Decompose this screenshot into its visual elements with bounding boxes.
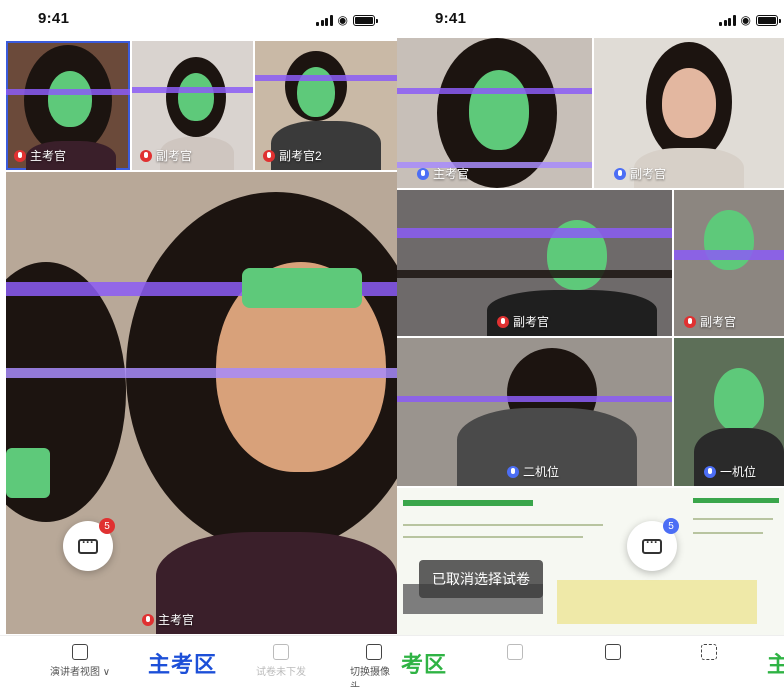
mic-icon — [497, 315, 509, 328]
left-phone-screen: 9:41 ◉ 主考官 副考官 副考官2 主考官 ··· 5 演讲者视图 ∨ 主考… — [0, 0, 397, 687]
tile-label-text: 副考官2 — [279, 149, 322, 163]
switch-camera-label: 切换摄像头 — [350, 667, 390, 687]
wifi-icon: ◉ — [337, 13, 348, 27]
chat-icon — [78, 535, 98, 554]
layout-view-icon — [72, 644, 89, 660]
tile-label-text: 主考官 — [30, 149, 67, 163]
wifi-icon: ◉ — [740, 13, 751, 27]
signal-icon — [316, 14, 333, 26]
right-phone-screen: 9:41 ◉ 主考官 副考官 副考官 副考官 二机位 一机位 已取消选择试卷 ·… — [397, 0, 784, 687]
signal-icon — [719, 14, 736, 26]
paper-line — [693, 532, 763, 534]
chat-button[interactable]: 5 — [627, 518, 679, 571]
tile-label-text: 副考官 — [156, 149, 193, 163]
tile-label: 二机位 — [507, 463, 559, 480]
mic-icon — [684, 315, 696, 328]
status-time: 9:41 — [435, 10, 467, 27]
tile-label: 副考官 — [140, 147, 192, 164]
mic-icon — [140, 149, 152, 162]
video-tile-deputy-examiner-a[interactable]: 副考官 — [397, 190, 672, 336]
screenshot-stage: 9:41 ◉ 主考官 副考官 副考官2 主考官 ··· 5 演讲者视图 ∨ 主考… — [0, 0, 784, 687]
tile-label-text: 副考官 — [630, 167, 667, 181]
tile-label: 主考官 — [417, 165, 469, 182]
grid-icon — [701, 644, 717, 660]
main-speaker-photo — [6, 172, 397, 634]
paper-line — [693, 518, 773, 520]
tile-label-text: 主考官 — [433, 167, 470, 181]
main-speaker-label: 主考官 — [142, 611, 194, 628]
paper-line — [693, 498, 779, 503]
paper-line — [403, 524, 603, 526]
mic-icon — [614, 167, 626, 180]
bottom-toolbar: 考区 主 — [397, 635, 784, 687]
main-speaker-label-text: 主考官 — [158, 613, 195, 627]
grid-layout-button[interactable] — [701, 644, 717, 660]
zone-title: 主考区 — [148, 652, 218, 677]
video-tile-deputy-examiner-2[interactable]: 副考官2 — [255, 41, 397, 170]
battery-icon — [756, 14, 781, 26]
bottom-toolbar: 演讲者视图 ∨ 主考区 试卷未下发 切换摄像头 — [0, 635, 397, 687]
video-tile-deputy-examiner-b[interactable]: 副考官 — [674, 190, 784, 336]
unread-badge: 5 — [663, 518, 679, 534]
view-mode-text: 演讲者视图 — [50, 667, 100, 678]
status-icons: ◉ — [719, 13, 781, 27]
mic-icon — [263, 149, 275, 162]
tile-label: 副考官 — [497, 313, 549, 330]
view-mode-label: 演讲者视图 ∨ — [50, 663, 110, 678]
mic-icon — [507, 465, 519, 478]
video-tile-chief-examiner[interactable]: 主考官 — [6, 41, 130, 170]
tile-label: 副考官 — [614, 165, 666, 182]
switch-camera-button[interactable]: 切换摄像头 — [350, 644, 397, 687]
camera-tile-first[interactable]: 一机位 — [674, 338, 784, 486]
switch-camera-icon — [605, 644, 621, 660]
status-time: 9:41 — [38, 10, 70, 27]
main-video-stage[interactable]: 主考官 — [6, 172, 397, 634]
paper-status-button[interactable]: 试卷未下发 — [256, 644, 306, 678]
tile-label-text: 副考官 — [700, 315, 737, 329]
mic-icon — [142, 613, 154, 626]
paper-line — [403, 536, 583, 538]
toast-message: 已取消选择试卷 — [419, 560, 543, 598]
battery-icon — [353, 14, 378, 26]
video-tile-deputy-examiner[interactable]: 副考官 — [132, 41, 253, 170]
switch-camera-button[interactable] — [605, 644, 621, 660]
status-icons: ◉ — [316, 13, 378, 27]
tile-label: 一机位 — [704, 463, 756, 480]
mic-icon — [14, 149, 26, 162]
paper-status-label: 试卷未下发 — [256, 667, 306, 678]
video-tile-deputy-examiner[interactable]: 副考官 — [594, 38, 784, 188]
status-bar: 9:41 ◉ — [0, 0, 397, 40]
mic-icon — [417, 167, 429, 180]
tile-label-text: 二机位 — [523, 465, 560, 479]
document-icon — [273, 644, 289, 660]
mic-icon — [704, 465, 716, 478]
chat-button[interactable]: 5 — [63, 518, 115, 571]
tile-label: 副考官2 — [263, 147, 322, 164]
tile-label: 副考官 — [684, 313, 736, 330]
video-tile-chief-examiner[interactable]: 主考官 — [397, 38, 592, 188]
view-mode-selector[interactable]: 演讲者视图 ∨ — [50, 644, 110, 678]
chevron-down-icon: ∨ — [102, 667, 111, 678]
chat-icon — [642, 535, 662, 554]
status-bar: 9:41 ◉ — [397, 0, 784, 40]
camera-tile-second[interactable]: 二机位 — [397, 338, 672, 486]
unread-badge: 5 — [99, 518, 115, 534]
paper-button[interactable] — [507, 644, 523, 660]
tile-label-text: 副考官 — [513, 315, 550, 329]
tile-label-text: 一机位 — [720, 465, 757, 479]
tile-label: 主考官 — [14, 147, 66, 164]
document-icon — [507, 644, 523, 660]
paper-line — [403, 500, 533, 506]
paper-line — [557, 580, 757, 624]
zone-title-next: 主 — [767, 652, 784, 677]
zone-title: 考区 — [401, 652, 448, 677]
switch-camera-icon — [365, 644, 382, 660]
